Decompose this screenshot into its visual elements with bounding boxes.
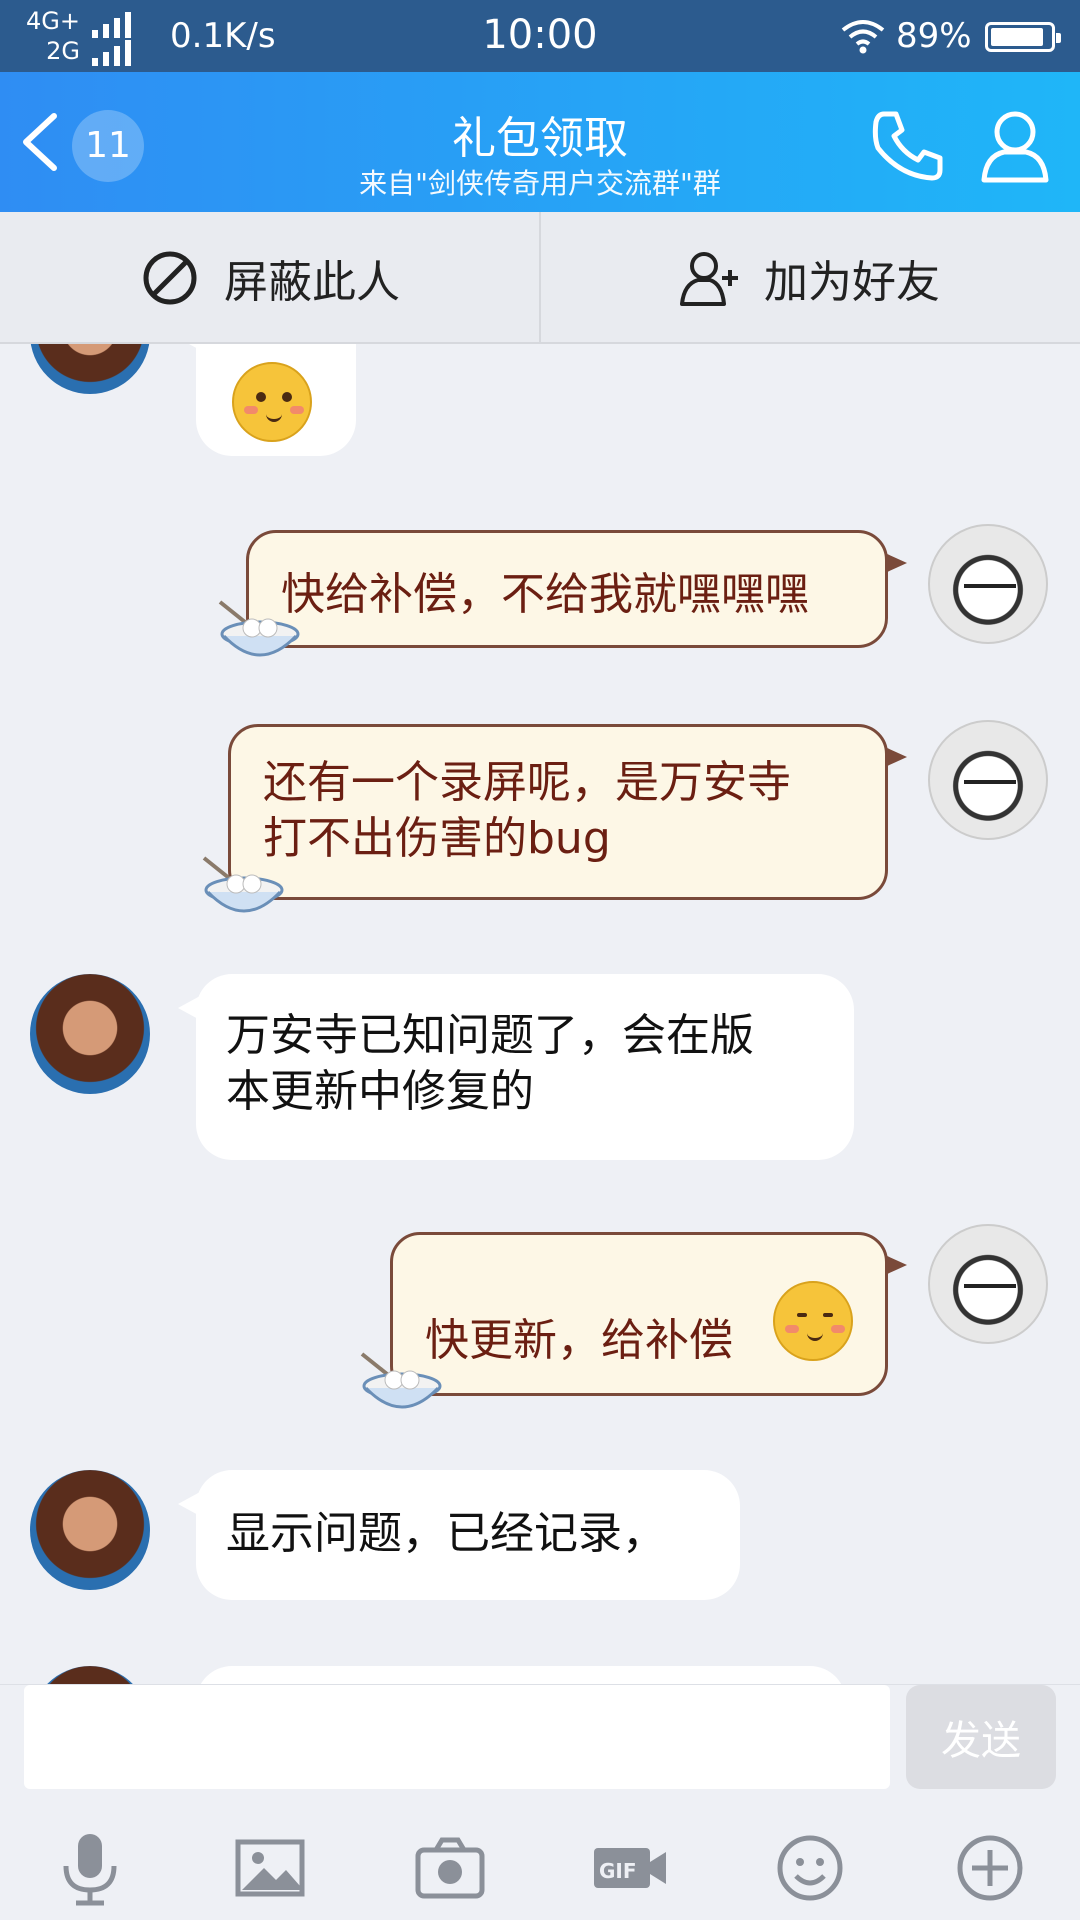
image-icon[interactable] bbox=[230, 1828, 310, 1908]
add-friend-button[interactable]: 加为好友 bbox=[540, 212, 1080, 344]
smiley-icon[interactable] bbox=[770, 1828, 850, 1908]
plus-icon[interactable] bbox=[950, 1828, 1030, 1908]
svg-text:GIF: GIF bbox=[599, 1859, 637, 1883]
message-bubble[interactable]: 显示问题，已经记录， bbox=[178, 1470, 740, 1600]
message-bubble[interactable]: 万安寺已知问题了，会在版 本更新中修复的 bbox=[178, 974, 854, 1160]
avatar[interactable] bbox=[928, 524, 1048, 644]
avatar[interactable] bbox=[928, 720, 1048, 840]
message-input[interactable] bbox=[24, 1685, 890, 1789]
avatar[interactable] bbox=[30, 974, 150, 1094]
avatar[interactable] bbox=[30, 1470, 150, 1590]
block-icon bbox=[143, 251, 197, 305]
composer-bar: 发送 bbox=[0, 1684, 1080, 1800]
bowl-decoration-icon bbox=[202, 856, 284, 913]
wifi-icon bbox=[841, 20, 885, 54]
laughing-tears-face-icon bbox=[773, 1281, 853, 1361]
add-friend-label: 加为好友 bbox=[764, 257, 940, 308]
message-text: 快给补偿，不给我就嘿嘿嘿 bbox=[281, 569, 809, 620]
message-bubble[interactable]: 还有一个录屏呢，是万安寺 打不出伤害的bug bbox=[228, 724, 907, 900]
message-text-line: 本更新中修复的 bbox=[226, 1066, 534, 1117]
message-bubble[interactable] bbox=[178, 344, 356, 456]
gif-icon[interactable]: GIF bbox=[590, 1828, 670, 1908]
chat-header: 11 礼包领取 来自"剑侠传奇用户交流群"群 bbox=[0, 72, 1080, 212]
message-list[interactable]: 快给补偿，不给我就嘿嘿嘿 还有一个录屏呢，是万安寺 打不出伤害的bug 万安寺已… bbox=[0, 344, 1080, 1684]
avatar[interactable] bbox=[30, 1666, 150, 1684]
phone-icon[interactable] bbox=[870, 108, 946, 184]
message-text: 快更新，给补偿 bbox=[425, 1315, 733, 1366]
message-bubble[interactable]: 快给补偿，不给我就嘿嘿嘿 bbox=[246, 530, 907, 648]
battery-percent: 89% bbox=[896, 16, 972, 56]
add-friend-icon bbox=[680, 252, 738, 306]
message-text: 显示问题，已经记录， bbox=[226, 1508, 666, 1559]
blushing-face-icon bbox=[232, 362, 312, 442]
battery-icon bbox=[985, 22, 1061, 52]
send-button[interactable]: 发送 bbox=[906, 1685, 1056, 1789]
message-text-line: 打不出伤害的bug bbox=[263, 813, 611, 864]
battery-level bbox=[991, 28, 1043, 46]
profile-icon[interactable] bbox=[980, 108, 1050, 184]
composer-toolbar: GIF bbox=[0, 1800, 1080, 1920]
message-text-line: 还有一个录屏呢，是万安寺 bbox=[263, 757, 791, 808]
action-bar: 屏蔽此人 加为好友 bbox=[0, 212, 1080, 344]
message-bubble[interactable] bbox=[196, 1666, 846, 1684]
camera-icon[interactable] bbox=[410, 1828, 490, 1908]
block-user-button[interactable]: 屏蔽此人 bbox=[0, 212, 540, 344]
block-user-label: 屏蔽此人 bbox=[224, 257, 400, 308]
bowl-decoration-icon bbox=[360, 1352, 442, 1409]
avatar[interactable] bbox=[928, 1224, 1048, 1344]
status-bar: 4G+ 2G 0.1K/s 10:00 89% bbox=[0, 0, 1080, 72]
message-bubble[interactable]: 快更新，给补偿 bbox=[390, 1232, 907, 1396]
avatar[interactable] bbox=[30, 344, 150, 394]
bowl-decoration-icon bbox=[218, 600, 300, 657]
message-text-line: 万安寺已知问题了，会在版 bbox=[226, 1010, 754, 1061]
microphone-icon[interactable] bbox=[50, 1828, 130, 1908]
